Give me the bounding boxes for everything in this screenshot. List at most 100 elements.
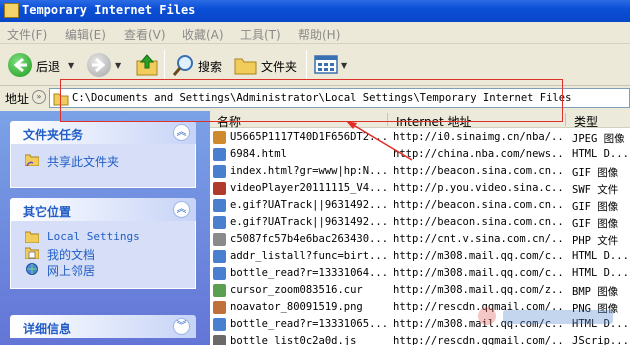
- cur-file-icon: [213, 284, 226, 297]
- back-arrow-icon: [13, 57, 27, 73]
- file-type: HTML D...: [572, 267, 629, 279]
- file-type: PHP 文件: [572, 235, 619, 247]
- file-type: JPEG 图像: [572, 133, 625, 145]
- forward-button[interactable]: [87, 53, 111, 77]
- place-my-documents[interactable]: 我的文档: [11, 245, 195, 262]
- address-path: C:\Documents and Settings\Administrator\…: [72, 92, 572, 104]
- file-type: HTML D...: [572, 250, 629, 262]
- views-icon[interactable]: [314, 55, 340, 75]
- address-field[interactable]: C:\Documents and Settings\Administrator\…: [49, 88, 630, 108]
- window-title: Temporary Internet Files: [22, 3, 196, 17]
- menu-favorites[interactable]: 收藏(A): [182, 26, 224, 43]
- watermark-logo: [478, 307, 613, 325]
- file-internet-address: http://beacon.sina.com.cn...: [393, 216, 565, 228]
- file-name: noavator_80091519.png: [230, 301, 363, 313]
- title-bar: Temporary Internet Files: [0, 0, 630, 22]
- column-divider[interactable]: [565, 113, 566, 126]
- folder-icon: [25, 231, 39, 243]
- file-internet-address: http://p.you.video.sina.c...: [393, 182, 565, 194]
- place-label: Local Settings: [47, 230, 140, 243]
- png-file-icon: [213, 301, 226, 314]
- file-name: e.gif?UATrack||9631492...: [230, 199, 388, 211]
- menu-tools[interactable]: 工具(T): [240, 26, 281, 43]
- folder-tasks-header[interactable]: 文件夹任务 ︽: [10, 121, 196, 144]
- file-name: bottle_read?r=13331064...: [230, 267, 388, 279]
- file-internet-address: http://m308.mail.qq.com/c...: [393, 250, 565, 262]
- gif-file-icon: [213, 216, 226, 229]
- column-internet-address[interactable]: Internet 地址: [396, 113, 471, 130]
- column-type[interactable]: 类型: [574, 113, 598, 130]
- search-icon[interactable]: [172, 53, 196, 77]
- forward-arrow-icon: [92, 57, 106, 73]
- file-internet-address: http://china.nba.com/news...: [393, 148, 565, 160]
- file-internet-address: http://beacon.sina.com.cn...: [393, 199, 565, 211]
- file-type: GIF 图像: [572, 218, 619, 230]
- forward-dropdown-icon[interactable]: ▼: [115, 61, 121, 70]
- address-bar: 地址 » C:\Documents and Settings\Administr…: [0, 86, 630, 111]
- place-local-settings[interactable]: Local Settings: [11, 229, 195, 245]
- file-type: GIF 图像: [572, 167, 619, 179]
- file-type: HTML D...: [572, 148, 629, 160]
- column-divider[interactable]: [387, 113, 388, 126]
- folders-button[interactable]: 文件夹: [261, 58, 297, 75]
- back-button[interactable]: [8, 53, 32, 77]
- column-header-row: 名称 Internet 地址 类型: [210, 111, 630, 130]
- details-title: 详细信息: [23, 322, 72, 336]
- folder-tasks-title: 文件夹任务: [23, 128, 84, 142]
- folder-tasks-body: 共享此文件夹: [10, 144, 196, 188]
- file-name: 6984.html: [230, 148, 287, 160]
- file-internet-address: http://m308.mail.qq.com/z...: [393, 284, 565, 296]
- place-network[interactable]: 网上邻居: [11, 261, 195, 278]
- js-file-icon: [213, 335, 226, 345]
- file-name: bottle_list0c2a0d.js: [230, 335, 357, 345]
- details-panel: 详细信息 ︾: [10, 315, 196, 338]
- file-row[interactable]: addr_listall?func=birt... http://m308.mai…: [210, 248, 630, 265]
- menu-view[interactable]: 查看(V): [124, 26, 166, 43]
- file-type: GIF 图像: [572, 201, 619, 213]
- share-folder-label: 共享此文件夹: [47, 155, 120, 169]
- folder-icon: [53, 93, 69, 106]
- file-row[interactable]: e.gif?UATrack||9631492... http://beacon.s…: [210, 197, 630, 214]
- details-header[interactable]: 详细信息 ︾: [10, 315, 196, 338]
- file-name: videoPlayer20111115_V4...: [230, 182, 388, 194]
- file-row[interactable]: U5665P1117T40D1F656DT2... http://i0.sinai…: [210, 129, 630, 146]
- file-row[interactable]: 6984.html http://china.nba.com/news... HTM…: [210, 146, 630, 163]
- file-row[interactable]: videoPlayer20111115_V4... http://p.you.vi…: [210, 180, 630, 197]
- file-name: addr_listall?func=birt...: [230, 250, 388, 262]
- network-places-icon: [26, 263, 38, 275]
- file-name: U5665P1117T40D1F656DT2...: [230, 131, 388, 143]
- folders-icon[interactable]: [234, 54, 258, 76]
- menu-file[interactable]: 文件(F): [7, 26, 47, 43]
- file-row[interactable]: c5087fc57b4e6bac263430... http://cnt.v.si…: [210, 231, 630, 248]
- address-expand-icon[interactable]: »: [32, 90, 46, 104]
- views-dropdown-icon[interactable]: ▼: [341, 61, 347, 70]
- place-label: 网上邻居: [47, 264, 96, 278]
- share-folder-task[interactable]: 共享此文件夹: [11, 152, 195, 169]
- file-row[interactable]: bottle_read?r=13331064... http://m308.mai…: [210, 265, 630, 282]
- file-name: cursor_zoom083516.cur: [230, 284, 363, 296]
- file-internet-address: http://rescdn.qqmail.com/...: [393, 335, 565, 345]
- other-places-header[interactable]: 其它位置 ︽: [10, 198, 196, 221]
- collapse-icon[interactable]: ︽: [173, 201, 190, 218]
- search-button[interactable]: 搜索: [198, 58, 222, 75]
- file-name: bottle_read?r=13331065...: [230, 318, 388, 330]
- menu-edit[interactable]: 编辑(E): [65, 26, 106, 43]
- other-places-panel: 其它位置 ︽ Local Settings 我的文档 网上邻居: [10, 198, 196, 289]
- back-dropdown-icon[interactable]: ▼: [68, 61, 74, 70]
- share-folder-icon: [25, 154, 39, 166]
- menu-help[interactable]: 帮助(H): [298, 26, 340, 43]
- expand-icon[interactable]: ︾: [173, 318, 190, 335]
- file-row[interactable]: e.gif?UATrack||9631492... http://beacon.s…: [210, 214, 630, 231]
- file-type: SWF 文件: [572, 184, 619, 196]
- collapse-icon[interactable]: ︽: [173, 124, 190, 141]
- gif-file-icon: [213, 199, 226, 212]
- html-file-icon: [213, 165, 226, 178]
- file-name: index.html?gr=www|hp:N...: [230, 165, 388, 177]
- menu-bar: 文件(F) 编辑(E) 查看(V) 收藏(A) 工具(T) 帮助(H): [0, 22, 630, 44]
- file-type: JScrip...: [572, 335, 629, 345]
- back-label[interactable]: 后退: [36, 58, 60, 75]
- up-folder-icon[interactable]: [135, 52, 161, 78]
- jpeg-file-icon: [213, 131, 226, 144]
- file-row[interactable]: index.html?gr=www|hp:N... http://beacon.s…: [210, 163, 630, 180]
- column-name[interactable]: 名称: [217, 113, 241, 130]
